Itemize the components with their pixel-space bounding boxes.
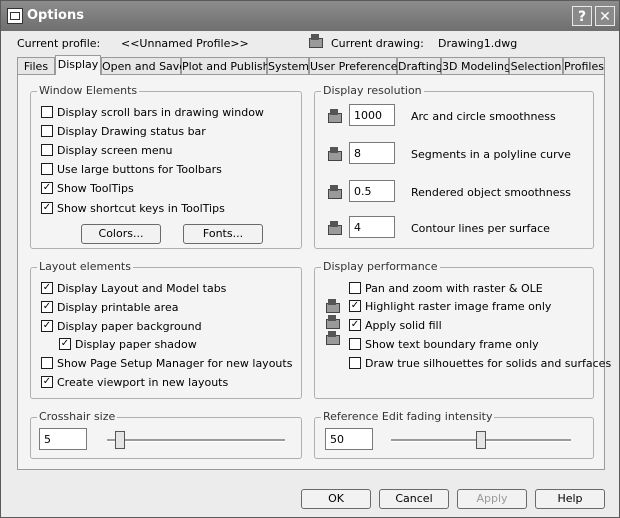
tab-drafting[interactable]: Drafting <box>397 57 443 74</box>
checkbox-label: Create viewport in new layouts <box>57 376 229 389</box>
checkbox-label: Draw true silhouettes for solids and sur… <box>365 357 612 370</box>
checkbox-large-buttons[interactable] <box>41 163 53 175</box>
checkbox-status-bar[interactable] <box>41 125 53 137</box>
tab-open-and-save[interactable]: Open and Save <box>101 57 186 74</box>
layout-elements-group: Layout elements ✓ Display Layout and Mod… <box>30 260 302 399</box>
checkbox-page-setup-manager[interactable] <box>41 357 53 369</box>
options-dialog: Options ? ✕ Current profile: <<Unnamed P… <box>0 0 620 518</box>
rendered-smoothness-input[interactable]: 0.5 <box>349 180 395 202</box>
current-profile-label: Current profile: <box>17 37 101 50</box>
tab-plot-and-publish[interactable]: Plot and Publish <box>181 57 270 74</box>
checkbox-label: Show Page Setup Manager for new layouts <box>57 357 293 370</box>
checkbox-label: Display Drawing status bar <box>57 125 206 138</box>
contour-lines-label: Contour lines per surface <box>411 222 550 235</box>
refedit-slider-thumb[interactable] <box>476 431 486 449</box>
rendered-smoothness-icon <box>327 184 343 200</box>
display-performance-group: Display performance Pan and zoom with ra… <box>314 260 611 399</box>
checkbox-label: Show shortcut keys in ToolTips <box>57 202 225 215</box>
checkbox-true-silhouettes[interactable] <box>349 357 361 369</box>
checkbox-paper-shadow[interactable]: ✓ <box>59 338 71 350</box>
rendered-smoothness-label: Rendered object smoothness <box>411 186 571 199</box>
arc-smoothness-input[interactable]: 1000 <box>349 104 395 126</box>
crosshair-size-input[interactable]: 5 <box>39 428 87 450</box>
performance-icon <box>325 330 341 346</box>
checkbox-create-viewport[interactable]: ✓ <box>41 376 53 388</box>
checkbox-label: Highlight raster image frame only <box>365 300 552 313</box>
help-button[interactable]: Help <box>535 489 605 509</box>
current-profile-value: <<Unnamed Profile>> <box>121 37 249 50</box>
tab-3d-modeling[interactable]: 3D Modeling <box>441 57 511 74</box>
checkbox-label: Pan and zoom with raster & OLE <box>365 282 543 295</box>
cancel-button[interactable]: Cancel <box>379 489 449 509</box>
tab-user-preferences[interactable]: User Preferences <box>309 57 403 74</box>
tab-system[interactable]: System <box>267 57 309 74</box>
colors-button[interactable]: Colors... <box>81 224 161 244</box>
crosshair-size-group: Crosshair size 5 <box>30 410 302 459</box>
tab-profiles[interactable]: Profiles <box>563 57 605 74</box>
checkbox-show-tooltips[interactable]: ✓ <box>41 182 53 194</box>
tab-selection[interactable]: Selection <box>509 57 563 74</box>
display-tab-panel: Window Elements Display scroll bars in d… <box>17 74 611 470</box>
checkbox-layout-model-tabs[interactable]: ✓ <box>41 282 53 294</box>
refedit-fading-group: Reference Edit fading intensity 50 <box>314 410 594 459</box>
checkbox-printable-area[interactable]: ✓ <box>41 301 53 313</box>
contour-lines-input[interactable]: 4 <box>349 216 395 238</box>
contour-lines-icon <box>327 220 343 236</box>
arc-smoothness-label: Arc and circle smoothness <box>411 110 556 123</box>
ok-button[interactable]: OK <box>301 489 371 509</box>
display-performance-title: Display performance <box>321 260 440 273</box>
polyline-segments-label: Segments in a polyline curve <box>411 148 571 161</box>
title-bar[interactable]: Options ? ✕ <box>1 1 619 31</box>
apply-button[interactable]: Apply <box>457 489 527 509</box>
checkbox-label: Display scroll bars in drawing window <box>57 106 264 119</box>
checkbox-paper-background[interactable]: ✓ <box>41 320 53 332</box>
checkbox-label: Show text boundary frame only <box>365 338 539 351</box>
refedit-fading-input[interactable]: 50 <box>325 428 373 450</box>
current-drawing-value: Drawing1.dwg <box>438 37 518 50</box>
checkbox-label: Display paper shadow <box>75 338 197 351</box>
performance-icon <box>325 298 341 314</box>
polyline-segments-icon <box>327 146 343 162</box>
checkbox-label: Display Layout and Model tabs <box>57 282 227 295</box>
checkbox-pan-zoom-raster[interactable] <box>349 282 361 294</box>
fonts-button[interactable]: Fonts... <box>183 224 263 244</box>
arc-smoothness-icon <box>327 108 343 124</box>
checkbox-label: Use large buttons for Toolbars <box>57 163 222 176</box>
checkbox-apply-solid-fill[interactable]: ✓ <box>349 319 361 331</box>
display-resolution-title: Display resolution <box>321 84 424 97</box>
checkbox-label: Apply solid fill <box>365 319 442 332</box>
crosshair-size-title: Crosshair size <box>37 410 118 423</box>
close-button[interactable]: ✕ <box>595 6 615 26</box>
crosshair-slider-track[interactable] <box>107 439 285 442</box>
tab-display[interactable]: Display <box>55 55 101 75</box>
window-elements-title: Window Elements <box>37 84 140 97</box>
checkbox-shortcut-keys[interactable]: ✓ <box>41 202 53 214</box>
checkbox-scroll-bars[interactable] <box>41 106 53 118</box>
current-drawing-label: Current drawing: <box>331 37 424 50</box>
crosshair-slider-thumb[interactable] <box>115 431 126 449</box>
help-title-button[interactable]: ? <box>572 6 592 26</box>
checkbox-screen-menu[interactable] <box>41 144 53 156</box>
polyline-segments-input[interactable]: 8 <box>349 142 395 164</box>
checkbox-text-boundary[interactable] <box>349 338 361 350</box>
checkbox-label: Display screen menu <box>57 144 173 157</box>
layout-elements-title: Layout elements <box>37 260 133 273</box>
tab-files[interactable]: Files <box>17 57 55 74</box>
refedit-fading-title: Reference Edit fading intensity <box>321 410 495 423</box>
window-title: Options <box>27 8 84 23</box>
app-icon <box>7 8 23 24</box>
window-elements-group: Window Elements Display scroll bars in d… <box>30 84 302 249</box>
display-resolution-group: Display resolution 1000 Arc and circle s… <box>314 84 594 249</box>
drawing-icon <box>308 33 324 49</box>
checkbox-label: Show ToolTips <box>57 182 134 195</box>
performance-icon <box>325 314 341 330</box>
checkbox-highlight-raster[interactable]: ✓ <box>349 300 361 312</box>
checkbox-label: Display paper background <box>57 320 202 333</box>
checkbox-label: Display printable area <box>57 301 179 314</box>
